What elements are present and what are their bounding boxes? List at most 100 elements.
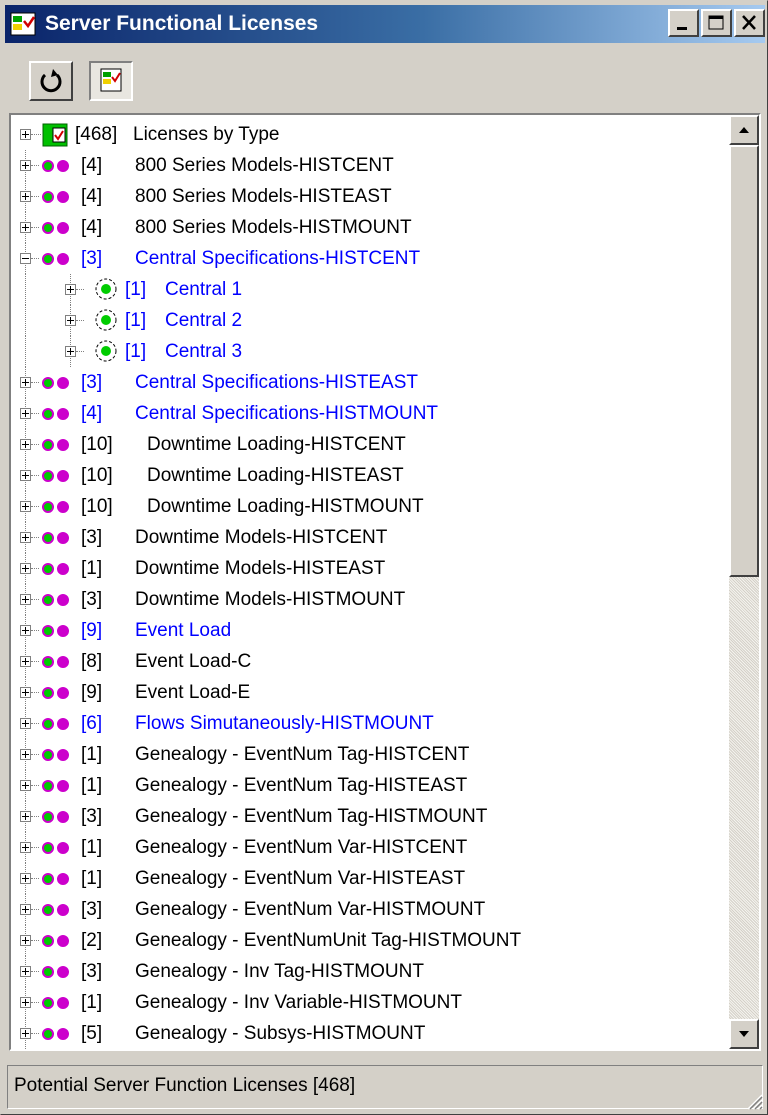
resize-grip-icon[interactable] bbox=[743, 1090, 763, 1110]
tree-item[interactable]: [1] Genealogy - EventNum Var-HISTCENT bbox=[11, 832, 729, 863]
expand-toggle[interactable] bbox=[20, 501, 31, 512]
license-app-icon bbox=[10, 12, 36, 36]
expand-toggle[interactable] bbox=[20, 160, 31, 171]
close-button[interactable] bbox=[734, 9, 765, 37]
expand-toggle[interactable] bbox=[20, 966, 31, 977]
tree-item[interactable]: [3] Genealogy - Inv Tag-HISTMOUNT bbox=[11, 956, 729, 987]
maximize-button[interactable] bbox=[701, 9, 732, 37]
item-label: Event Load-C bbox=[135, 651, 252, 672]
expand-toggle[interactable] bbox=[20, 780, 31, 791]
scroll-down-button[interactable] bbox=[729, 1019, 759, 1049]
tree-item[interactable]: [4] 800 Series Models-HISTEAST bbox=[11, 181, 729, 212]
scroll-up-button[interactable] bbox=[729, 115, 759, 145]
expand-toggle[interactable] bbox=[20, 439, 31, 450]
expand-toggle[interactable] bbox=[20, 563, 31, 574]
tree-item[interactable]: [3] Downtime Models-HISTMOUNT bbox=[11, 584, 729, 615]
item-label: Downtime Loading-HISTEAST bbox=[147, 465, 404, 486]
tree-item[interactable]: [1] Genealogy - EventNum Var-HISTEAST bbox=[11, 863, 729, 894]
expand-toggle[interactable] bbox=[20, 656, 31, 667]
collapse-toggle[interactable] bbox=[20, 253, 31, 264]
license-dots-icon bbox=[42, 594, 69, 606]
item-count: [4] bbox=[81, 217, 103, 238]
tree-item[interactable]: [3] Central Specifications-HISTCENT bbox=[11, 243, 729, 274]
item-count: [9] bbox=[81, 682, 103, 703]
expand-toggle[interactable] bbox=[20, 904, 31, 915]
license-dots-icon bbox=[42, 160, 69, 172]
tree-item[interactable]: [4] 800 Series Models-HISTMOUNT bbox=[11, 212, 729, 243]
tree-item[interactable]: [10] Downtime Loading-HISTEAST bbox=[11, 460, 729, 491]
expand-toggle[interactable] bbox=[20, 222, 31, 233]
item-label: Central Specifications-HISTCENT bbox=[135, 248, 421, 269]
item-label: Central Specifications-HISTEAST bbox=[135, 372, 418, 393]
tree-item[interactable]: [1] Genealogy - EventNum Tag-HISTEAST bbox=[11, 770, 729, 801]
close-icon bbox=[742, 15, 756, 30]
tree-item[interactable]: [9] Event Load bbox=[11, 615, 729, 646]
item-count: [9] bbox=[81, 620, 103, 641]
tree-item[interactable]: [4] 800 Series Models-HISTCENT bbox=[11, 150, 729, 181]
tree-item[interactable]: [9] Event Load-E bbox=[11, 677, 729, 708]
expand-toggle[interactable] bbox=[65, 284, 76, 295]
tree-item[interactable]: [10] Downtime Loading-HISTCENT bbox=[11, 429, 729, 460]
item-count: [4] bbox=[81, 155, 103, 176]
item-label: Genealogy - EventNumUnit Tag-HISTMOUNT bbox=[135, 930, 522, 951]
expand-toggle[interactable] bbox=[20, 408, 31, 419]
expand-toggle[interactable] bbox=[20, 1028, 31, 1039]
license-dots-icon bbox=[42, 997, 69, 1009]
tree-item[interactable]: [4] Central Specifications-HISTMOUNT bbox=[11, 398, 729, 429]
item-count: [1] bbox=[81, 868, 103, 889]
expand-toggle[interactable] bbox=[20, 811, 31, 822]
tree-child-item[interactable]: [1] Central 2 bbox=[11, 305, 729, 336]
expand-toggle[interactable] bbox=[20, 594, 31, 605]
tree-item[interactable]: [3] Downtime Models-HISTCENT bbox=[11, 522, 729, 553]
expand-toggle[interactable] bbox=[20, 842, 31, 853]
title-bar[interactable]: Server Functional Licenses bbox=[5, 5, 765, 43]
expand-toggle[interactable] bbox=[20, 718, 31, 729]
expand-toggle[interactable] bbox=[20, 935, 31, 946]
license-view-button[interactable] bbox=[89, 61, 133, 101]
expand-toggle[interactable] bbox=[20, 470, 31, 481]
item-count: [1] bbox=[81, 558, 103, 579]
expand-toggle[interactable] bbox=[20, 625, 31, 636]
minimize-button[interactable] bbox=[668, 9, 699, 37]
item-count: [1] bbox=[125, 310, 147, 331]
item-count: [4] bbox=[81, 186, 103, 207]
expand-toggle[interactable] bbox=[20, 997, 31, 1008]
expand-toggle[interactable] bbox=[20, 377, 31, 388]
tree-item[interactable]: [6] Flows Simutaneously-HISTMOUNT bbox=[11, 708, 729, 739]
root-count: [468] bbox=[75, 124, 118, 145]
expand-toggle[interactable] bbox=[20, 687, 31, 698]
tree-child-item[interactable]: [1] Central 1 bbox=[11, 274, 729, 305]
tree-child-item[interactable]: [1] Central 3 bbox=[11, 336, 729, 367]
item-label: Event Load-E bbox=[135, 682, 251, 703]
expand-toggle[interactable] bbox=[65, 346, 76, 357]
expand-toggle[interactable] bbox=[20, 191, 31, 202]
expand-toggle[interactable] bbox=[20, 749, 31, 760]
tree-root[interactable]: [468] Licenses by Type bbox=[11, 119, 729, 150]
license-tree[interactable]: [468] Licenses by Type [4] 800 Series Mod… bbox=[9, 113, 761, 1051]
tree-item[interactable]: [1] Genealogy - EventNum Tag-HISTCENT bbox=[11, 739, 729, 770]
license-dots-icon bbox=[42, 842, 69, 854]
tree-content: [468] Licenses by Type [4] 800 Series Mod… bbox=[11, 115, 729, 1049]
refresh-button[interactable] bbox=[29, 61, 73, 101]
tree-item[interactable]: [3] Central Specifications-HISTEAST bbox=[11, 367, 729, 398]
expand-toggle[interactable] bbox=[20, 129, 31, 140]
tree-item[interactable]: [1] Genealogy - Inv Variable-HISTMOUNT bbox=[11, 987, 729, 1018]
expand-toggle[interactable] bbox=[65, 315, 76, 326]
tree-item[interactable]: [8] Event Load-C bbox=[11, 646, 729, 677]
license-dots-icon bbox=[42, 439, 69, 451]
license-dots-icon bbox=[42, 625, 69, 637]
license-dots-icon bbox=[42, 470, 69, 482]
scroll-thumb[interactable] bbox=[729, 145, 759, 577]
tree-item[interactable]: [10] Downtime Loading-HISTMOUNT bbox=[11, 491, 729, 522]
tree-item[interactable]: [1] Downtime Models-HISTEAST bbox=[11, 553, 729, 584]
item-count: [8] bbox=[81, 651, 103, 672]
vertical-scrollbar[interactable] bbox=[729, 115, 759, 1049]
item-label: 800 Series Models-HISTCENT bbox=[135, 155, 394, 176]
tree-item[interactable]: [5] Genealogy - Subsys-HISTMOUNT bbox=[11, 1018, 729, 1049]
item-count: [3] bbox=[81, 372, 103, 393]
expand-toggle[interactable] bbox=[20, 873, 31, 884]
tree-item[interactable]: [3] Genealogy - EventNum Var-HISTMOUNT bbox=[11, 894, 729, 925]
tree-item[interactable]: [3] Genealogy - EventNum Tag-HISTMOUNT bbox=[11, 801, 729, 832]
tree-item[interactable]: [2] Genealogy - EventNumUnit Tag-HISTMOUN… bbox=[11, 925, 729, 956]
expand-toggle[interactable] bbox=[20, 532, 31, 543]
